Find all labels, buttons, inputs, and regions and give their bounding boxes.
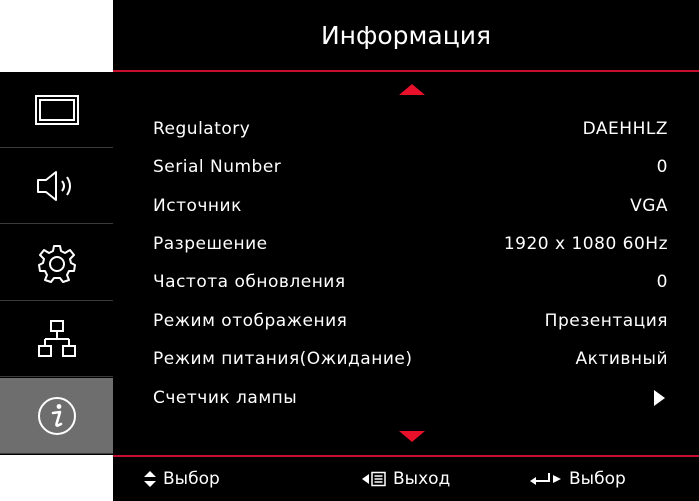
menu-title-text: Информация (320, 20, 492, 50)
enter-arrow-icon (530, 473, 561, 485)
row-label: Regulatory (153, 119, 251, 139)
row-label: Разрешение (153, 234, 268, 254)
tab-network[interactable] (0, 301, 113, 377)
footer-enter-label: Выбор (569, 469, 626, 489)
settings-gear-icon (37, 244, 76, 283)
row-label: Режим отображения (153, 311, 348, 331)
footer-select-hint: Выбор (143, 457, 220, 501)
osd-panel: Информация Regulatory DAEHHLZ Serial Num… (113, 0, 699, 501)
up-down-arrows-icon (144, 471, 156, 487)
row-label: Счетчик лампы (153, 388, 298, 408)
info-row-display-mode: Режим отображения Презентация (153, 306, 668, 336)
row-value: Активный (575, 349, 668, 369)
row-value: 0 (656, 157, 668, 177)
row-value: VGA (630, 196, 668, 216)
menu-title: Информация (113, 0, 699, 72)
info-row-serial-number: Serial Number 0 (153, 152, 668, 182)
row-value: DAEHHLZ (582, 119, 668, 139)
tab-settings[interactable] (0, 225, 113, 301)
row-label: Режим питания(Ожидание) (153, 349, 413, 369)
display-icon (34, 94, 79, 125)
info-row-power-mode: Режим питания(Ожидание) Активный (153, 344, 668, 374)
info-row-regulatory: Regulatory DAEHHLZ (153, 114, 668, 144)
footer-exit-hint: Выход (361, 457, 450, 501)
network-icon (37, 319, 76, 357)
row-label: Serial Number (153, 157, 282, 177)
menu-sidebar (0, 72, 113, 455)
row-value: 1920 x 1080 60Hz (503, 234, 668, 254)
row-value: 0 (656, 272, 668, 292)
info-row-source: Источник VGA (153, 191, 668, 221)
footer-select-label: Выбор (163, 469, 220, 489)
submenu-arrow-icon[interactable] (654, 390, 665, 406)
row-label: Источник (153, 196, 242, 216)
info-icon (37, 396, 76, 435)
scroll-down-arrow-icon[interactable] (399, 431, 425, 442)
info-row-refresh-rate: Частота обновления 0 (153, 267, 668, 297)
tab-display[interactable] (0, 72, 113, 148)
tab-info[interactable] (0, 378, 113, 454)
row-value: Презентация (544, 311, 668, 331)
footer-enter-hint: Выбор (529, 457, 626, 501)
tab-audio[interactable] (0, 148, 113, 224)
menu-back-icon (362, 471, 386, 487)
row-label: Частота обновления (153, 272, 346, 292)
footer-hint-bar: Выбор Выход Выбор (113, 455, 699, 501)
footer-exit-label: Выход (393, 469, 451, 489)
info-row-lamp-hours[interactable]: Счетчик лампы (153, 383, 668, 413)
info-row-resolution: Разрешение 1920 x 1080 60Hz (153, 229, 668, 259)
scroll-up-arrow-icon[interactable] (399, 84, 425, 95)
audio-icon (36, 170, 71, 201)
